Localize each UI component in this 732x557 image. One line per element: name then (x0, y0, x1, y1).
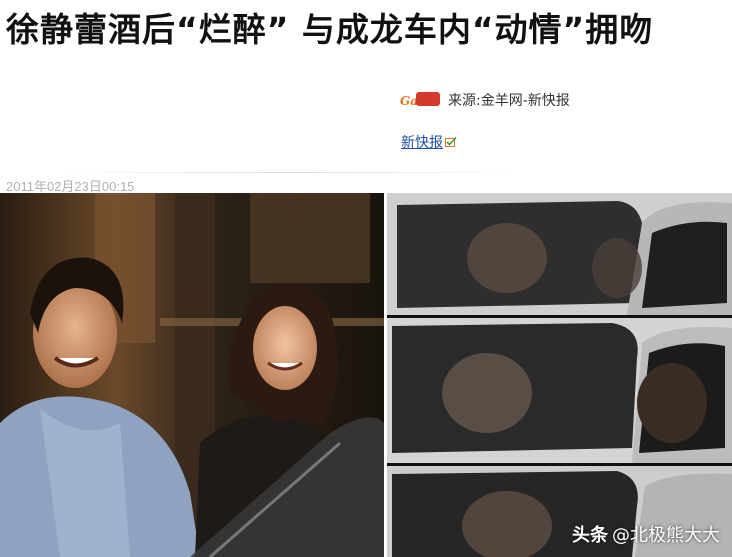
tag-label[interactable]: 新快报 (401, 132, 443, 152)
photo-left-illustration (0, 193, 384, 557)
car-frame-1-illustration (387, 193, 732, 315)
divider (60, 172, 520, 173)
jinyang-logo-icon: Ga (400, 92, 442, 108)
photo-car-sequence (387, 193, 732, 557)
car-frame-2 (387, 318, 732, 463)
watermark: 头条 @北极熊大大 (572, 521, 720, 547)
check-badge-icon (445, 137, 457, 147)
source-tag-link[interactable]: 新快报 (401, 132, 457, 152)
photo-couple-smiling (0, 193, 384, 557)
car-frame-2-illustration (387, 318, 732, 463)
watermark-handle: @北极熊大大 (612, 525, 720, 546)
watermark-brand: 头条 (572, 525, 608, 546)
car-frame-1 (387, 193, 732, 315)
article-source: Ga 来源:金羊网-新快报 (400, 90, 570, 110)
source-text: 来源:金羊网-新快报 (448, 93, 570, 109)
article-headline: 徐静蕾酒后“烂醉” 与成龙车内“动情”拥吻 (6, 10, 654, 49)
